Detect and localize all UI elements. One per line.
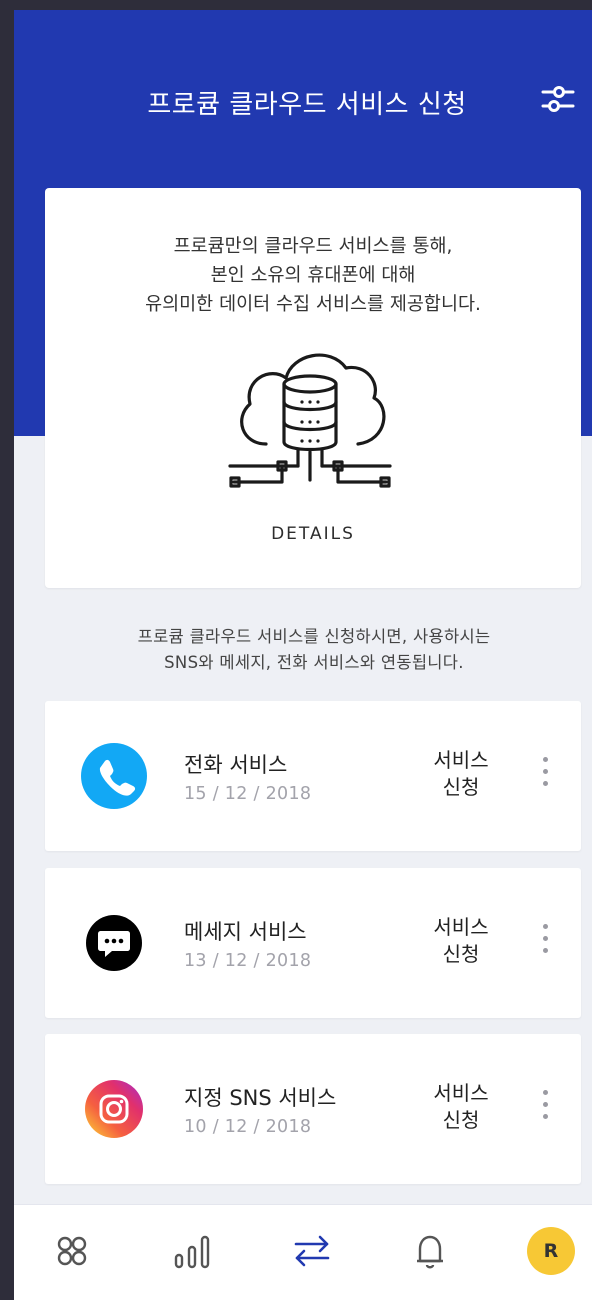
service-date: 10 / 12 / 2018 xyxy=(184,1117,312,1137)
notice-line: 프로큠 클라우드 서비스를 신청하시면, 사용하시는 xyxy=(137,627,491,646)
more-menu-icon[interactable] xyxy=(533,757,557,797)
service-card-phone: 전화 서비스 15 / 12 / 2018 서비스 신청 xyxy=(45,701,581,851)
service-apply-button[interactable]: 서비스 신청 xyxy=(419,1080,503,1134)
service-date: 15 / 12 / 2018 xyxy=(184,784,312,804)
filter-button[interactable] xyxy=(540,82,576,116)
intro-line: 유의미한 데이터 수집 서비스를 제공합니다. xyxy=(145,294,481,315)
service-name: 지정 SNS 서비스 xyxy=(184,1086,337,1110)
message-icon xyxy=(81,910,147,976)
service-apply-button[interactable]: 서비스 신청 xyxy=(419,747,503,801)
cloud-database-icon xyxy=(228,353,392,488)
bottom-nav: R xyxy=(14,1204,592,1300)
notice-text: 프로큠 클라우드 서비스를 신청하시면, 사용하시는 SNS와 메세지, 전화 … xyxy=(54,624,574,676)
action-label: 서비스 xyxy=(433,915,489,939)
intro-text: 프로큠만의 클라우드 서비스를 통해, 본인 소유의 휴대폰에 대해 유의미한 … xyxy=(45,232,581,319)
bell-icon xyxy=(417,1235,443,1269)
intro-line: 프로큠만의 클라우드 서비스를 통해, xyxy=(173,236,453,257)
instagram-icon xyxy=(81,1076,147,1142)
action-label: 신청 xyxy=(442,942,480,966)
action-label: 서비스 xyxy=(433,748,489,772)
action-label: 신청 xyxy=(442,1108,480,1132)
service-name: 전화 서비스 xyxy=(184,753,288,777)
more-menu-icon[interactable] xyxy=(533,1090,557,1130)
details-link[interactable]: DETAILS xyxy=(45,524,581,544)
nav-notifications[interactable] xyxy=(410,1231,450,1271)
service-card-sns: 지정 SNS 서비스 10 / 12 / 2018 서비스 신청 xyxy=(45,1034,581,1184)
page-title: 프로큠 클라우드 서비스 신청 xyxy=(147,90,467,120)
nav-transfer[interactable] xyxy=(292,1231,332,1271)
service-date: 13 / 12 / 2018 xyxy=(184,951,312,971)
phone-icon xyxy=(81,743,147,809)
nav-home[interactable] xyxy=(52,1231,92,1271)
bar-chart-icon xyxy=(174,1235,210,1269)
service-card-message: 메세지 서비스 13 / 12 / 2018 서비스 신청 xyxy=(45,868,581,1018)
nav-stats[interactable] xyxy=(172,1231,212,1271)
more-menu-icon[interactable] xyxy=(533,924,557,964)
action-label: 신청 xyxy=(442,775,480,799)
avatar[interactable]: R xyxy=(527,1227,575,1275)
app-screen: 프로큠 클라우드 서비스 신청 프로큠만의 클라우드 서비스를 통해, 본인 소… xyxy=(14,10,592,1300)
notice-line: SNS와 메세지, 전화 서비스와 연동됩니다. xyxy=(164,653,464,672)
service-apply-button[interactable]: 서비스 신청 xyxy=(419,914,503,968)
sliders-icon xyxy=(541,86,575,112)
swap-arrows-icon xyxy=(294,1235,330,1267)
grid-icon xyxy=(57,1236,87,1266)
intro-card: 프로큠만의 클라우드 서비스를 통해, 본인 소유의 휴대폰에 대해 유의미한 … xyxy=(45,188,581,588)
service-name: 메세지 서비스 xyxy=(184,920,307,944)
intro-line: 본인 소유의 휴대폰에 대해 xyxy=(210,265,416,286)
action-label: 서비스 xyxy=(433,1081,489,1105)
